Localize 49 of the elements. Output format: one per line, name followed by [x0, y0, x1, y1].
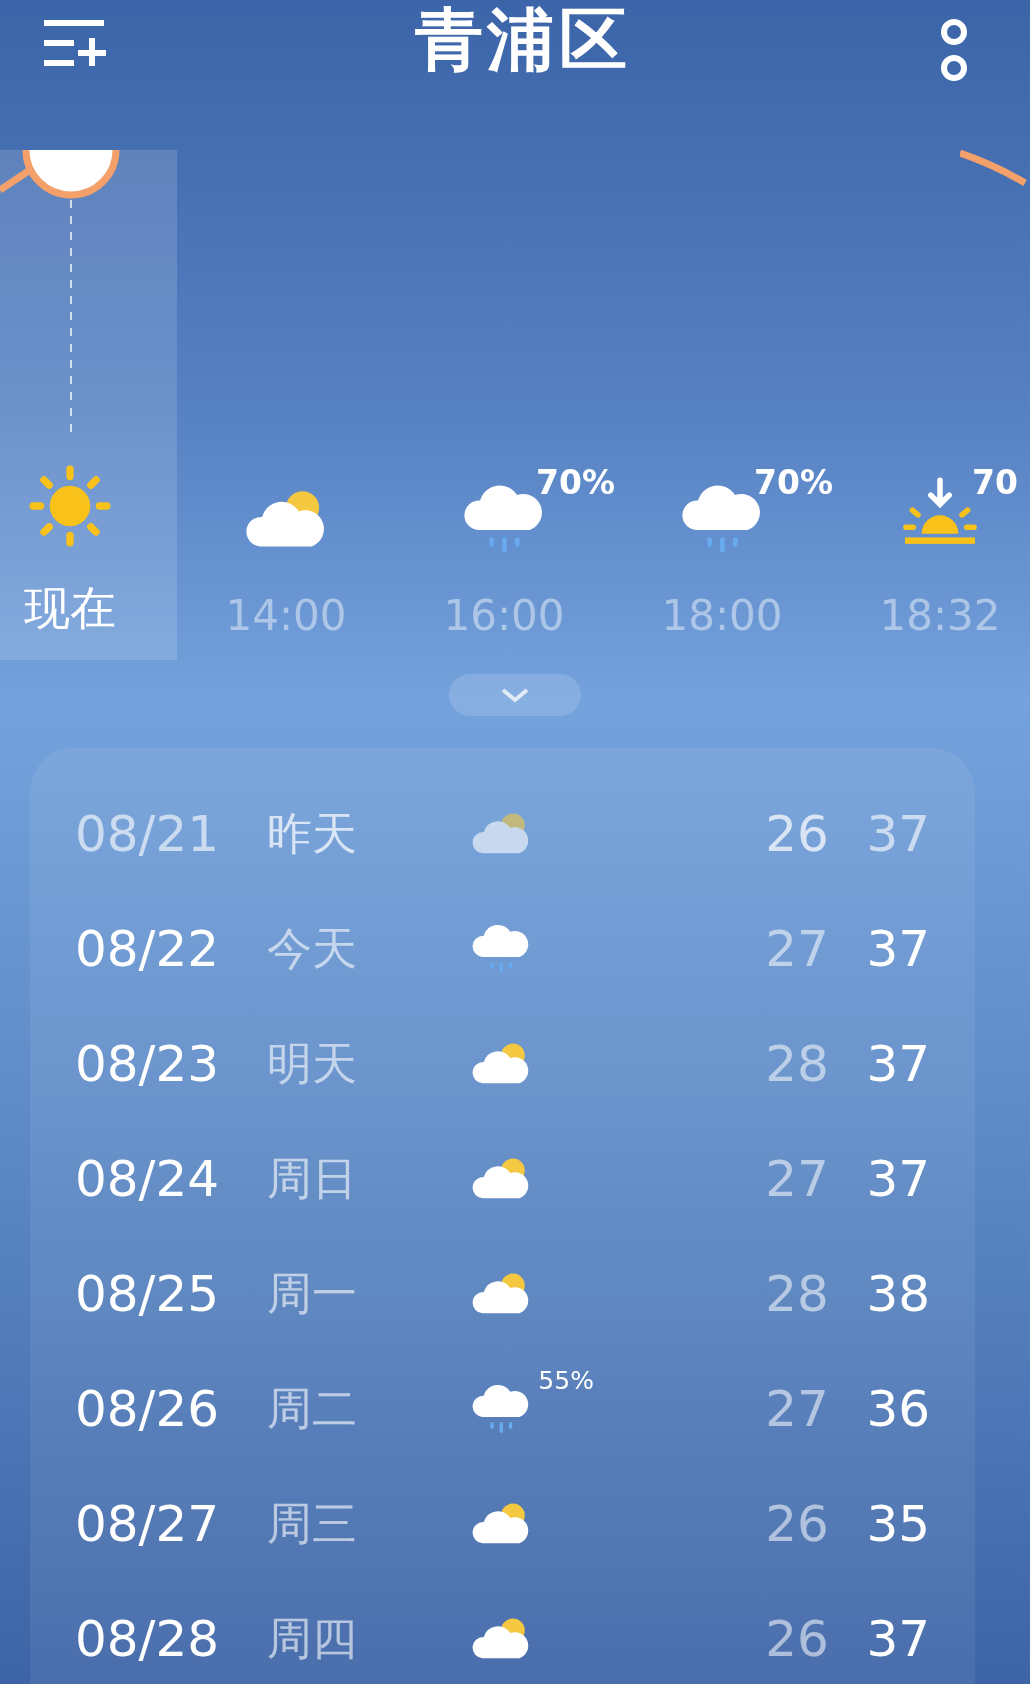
precip-chance: 70%	[754, 463, 833, 502]
hour-column[interactable]: 70% 16:00	[395, 150, 613, 660]
high-temp: 37	[865, 1034, 930, 1093]
city-title: 青浦区	[415, 0, 631, 80]
date-label: 08/23	[75, 1034, 221, 1093]
date-label: 08/22	[75, 919, 221, 978]
high-temp: 36	[865, 1379, 930, 1438]
chevron-down-icon	[500, 687, 530, 703]
day-label: 周四	[267, 1610, 358, 1667]
day-label: 周二	[267, 1380, 358, 1437]
high-temp: 37	[865, 919, 930, 978]
high-temp: 38	[865, 1264, 930, 1323]
low-temp: 27	[764, 1149, 829, 1208]
precip-chance: 70	[972, 463, 1018, 502]
time-label: 18:00	[661, 591, 783, 640]
time-label: 16:00	[443, 591, 565, 640]
high-temp: 37	[865, 1149, 930, 1208]
low-temp: 28	[764, 1034, 829, 1093]
precip-chance: 70%	[536, 463, 615, 502]
low-temp: 27	[764, 1379, 829, 1438]
low-temp: 26	[764, 1609, 829, 1668]
high-temp: 35	[865, 1494, 930, 1553]
low-temp: 28	[764, 1264, 829, 1323]
time-label: 14:00	[225, 591, 347, 640]
precip-chance: 55%	[538, 1365, 594, 1395]
add-city-menu-icon[interactable]	[42, 18, 108, 68]
more-icon[interactable]	[938, 18, 970, 84]
high-temp: 37	[865, 804, 930, 863]
high-temp: 37	[865, 1609, 930, 1668]
low-temp: 27	[764, 919, 829, 978]
low-temp: 26	[764, 1494, 829, 1553]
date-label: 08/26	[75, 1379, 221, 1438]
day-label: 今天	[267, 920, 358, 977]
day-label: 周三	[267, 1495, 358, 1552]
current-hour-column[interactable]: 现在	[0, 150, 177, 660]
date-label: 08/24	[75, 1149, 221, 1208]
hour-column[interactable]: 70% 18:00	[613, 150, 831, 660]
day-label: 周日	[267, 1150, 358, 1207]
date-label: 08/27	[75, 1494, 221, 1553]
day-label: 昨天	[267, 805, 358, 862]
date-label: 08/21	[75, 804, 221, 863]
hour-column[interactable]: 70 18:32	[831, 150, 1030, 660]
date-label: 08/25	[75, 1264, 221, 1323]
day-label: 明天	[267, 1035, 358, 1092]
now-label: 现在	[24, 580, 116, 637]
low-temp: 26	[764, 804, 829, 863]
day-label: 周一	[267, 1265, 358, 1322]
date-label: 08/28	[75, 1609, 221, 1668]
time-label: 18:32	[879, 591, 1001, 640]
